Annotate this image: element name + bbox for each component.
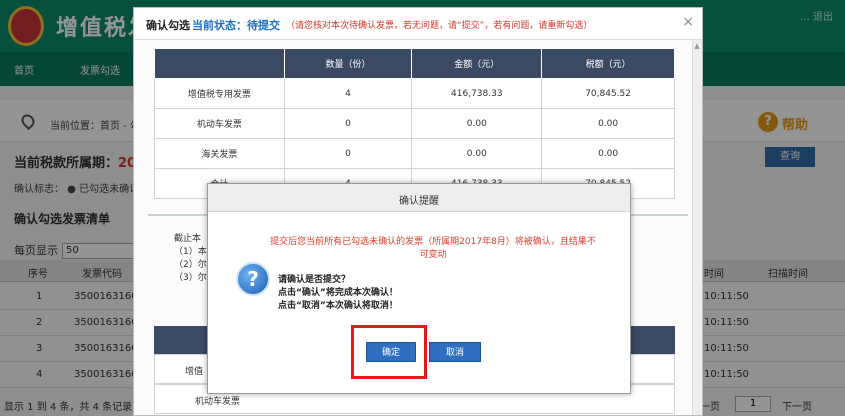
modal-notes: 截止本 （1）本 （2）尔 （3）尔 <box>174 233 207 285</box>
confirm-reminder-dialog: 确认提醒 提交后您当前所有已勾选未确认的发票（所属期2017年8月）将被确认，且… <box>207 183 631 394</box>
cell-count: 0 <box>283 138 413 169</box>
summary-table: 数量（份） 金额（元） 税额（元） 增值税专用发票 4 416,738.33 7… <box>154 48 675 199</box>
cell-type: 机动车发票 <box>154 108 285 139</box>
close-icon[interactable]: × <box>682 14 694 30</box>
note-line: （2）尔 <box>174 260 207 270</box>
cell-tax: 0.00 <box>541 108 675 139</box>
modal-note: （请您核对本次待确认发票，若无问题，请“提交”，若有问题，请重新勾选） <box>286 21 593 31</box>
table-row: 机动车发票 0 0.00 0.00 <box>154 108 675 139</box>
table-row: 增值税专用发票 4 416,738.33 70,845.52 <box>154 78 675 109</box>
summary-header-count: 数量（份） <box>283 48 413 79</box>
cancel-button[interactable]: 取消 <box>429 342 481 362</box>
dialog-warning: 提交后您当前所有已勾选未确认的发票（所属期2017年8月）将被确认，且结果不可变… <box>270 237 596 260</box>
detail-row-label: 机动车发票 <box>195 397 241 407</box>
table-row: 海关发票 0 0.00 0.00 <box>154 138 675 169</box>
note-line: （3）尔 <box>174 273 207 283</box>
note-line: 截止本 <box>174 234 202 244</box>
cell-amount: 416,738.33 <box>411 78 543 109</box>
question-icon: ? <box>236 262 270 296</box>
cell-tax: 70,845.52 <box>541 78 675 109</box>
dialog-title: 确认提醒 <box>399 196 439 207</box>
cell-type: 海关发票 <box>154 138 285 169</box>
cell-amount: 0.00 <box>411 138 543 169</box>
dialog-message-line: 点击“取消”本次确认将取消！ <box>278 301 398 311</box>
summary-header-type <box>154 48 285 79</box>
note-line: （1）本 <box>174 247 207 257</box>
cell-tax: 0.00 <box>541 138 675 169</box>
modal-scrollbar[interactable] <box>692 40 702 415</box>
dialog-message-line: 请确认是否提交？ <box>278 275 351 285</box>
dialog-message-line: 点击“确认”将完成本次确认！ <box>278 288 398 298</box>
cell-count: 0 <box>283 108 413 139</box>
dialog-message: 请确认是否提交？ 点击“确认”将完成本次确认！ 点击“取消”本次确认将取消！ <box>278 274 398 313</box>
modal-title: 确认勾选 <box>146 19 190 32</box>
summary-header-row: 数量（份） 金额（元） 税额（元） <box>154 48 675 79</box>
dialog-header: 确认提醒 <box>208 184 630 212</box>
cell-type: 增值税专用发票 <box>154 78 285 109</box>
cell-amount: 0.00 <box>411 108 543 139</box>
scroll-up-icon[interactable]: ▲ <box>693 42 701 50</box>
cell-count: 4 <box>283 78 413 109</box>
detail-row-label: 增值 <box>185 367 204 377</box>
summary-header-tax: 税额（元） <box>541 48 675 79</box>
modal-status: 当前状态：待提交 <box>192 19 280 32</box>
ok-button[interactable]: 确定 <box>366 342 416 362</box>
summary-header-amount: 金额（元） <box>411 48 543 79</box>
modal-header: 确认勾选 当前状态：待提交 （请您核对本次待确认发票，若无问题，请“提交”，若有… <box>134 8 702 40</box>
